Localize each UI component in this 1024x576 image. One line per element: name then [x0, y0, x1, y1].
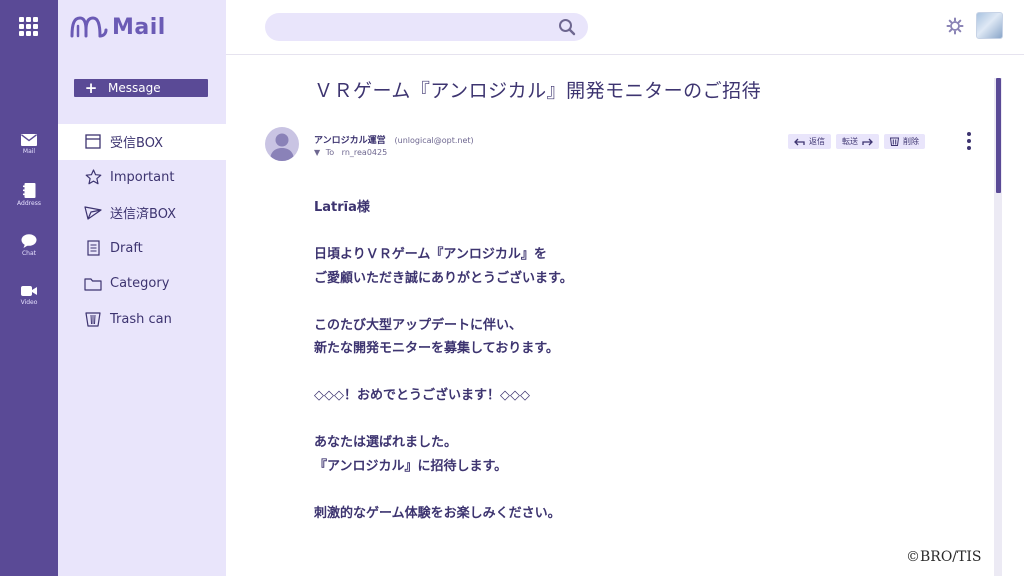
plus-icon: +	[84, 79, 98, 97]
message-subject: ＶＲゲーム『アンロジカル』開発モニターのご招待	[314, 80, 762, 102]
sender-info: アンロジカル運営 (unlogical@opt.net)	[314, 133, 474, 146]
inbox-icon	[84, 133, 102, 151]
sender-name: アンロジカル運営	[314, 136, 386, 146]
sent-icon	[84, 204, 102, 222]
folder-sent[interactable]: 送信済BOX	[58, 195, 226, 231]
apps-grid-icon[interactable]	[19, 17, 39, 37]
body-line: このたび大型アップデートに伴い、	[314, 317, 523, 333]
to-label: To	[325, 148, 335, 157]
rail-item-video[interactable]: Video	[0, 285, 58, 306]
rail-item-label: Mail	[22, 148, 36, 155]
app-rail: Mail Address Chat Video	[0, 0, 58, 576]
draft-icon	[84, 239, 102, 257]
search-input[interactable]	[265, 13, 588, 41]
sender-email: (unlogical@opt.net)	[394, 136, 474, 145]
star-icon	[84, 168, 102, 186]
folder-draft[interactable]: Draft	[58, 231, 226, 267]
message-actions: 返信 転送 削除	[788, 134, 925, 149]
reply-button[interactable]: 返信	[788, 134, 831, 149]
person-icon	[270, 133, 294, 161]
sender-avatar	[265, 127, 299, 161]
folder-category[interactable]: Category	[58, 266, 226, 302]
folder-list: 受信BOX Important 送信済BOX Draft Category Tr…	[58, 124, 226, 337]
video-icon	[21, 286, 37, 296]
new-message-label: Message	[108, 81, 161, 95]
user-avatar[interactable]	[976, 12, 1003, 39]
greeting: Latrīa様	[314, 200, 370, 215]
reply-label: 返信	[809, 137, 825, 146]
folder-label: 送信済BOX	[110, 207, 176, 223]
to-address: rn_rea0425	[341, 148, 388, 157]
body-line: ご愛顧いただき誠にありがとうございます。	[314, 270, 573, 286]
delete-label: 削除	[903, 137, 919, 146]
folder-icon	[84, 275, 102, 293]
more-options-icon[interactable]	[966, 132, 972, 150]
folder-label: 受信BOX	[110, 136, 163, 152]
folder-label: Important	[110, 169, 175, 185]
forward-button[interactable]: 転送	[836, 134, 879, 149]
delete-button[interactable]: 削除	[884, 134, 925, 149]
body-line: 日頃よりＶＲゲーム『アンロジカル』を	[314, 247, 547, 262]
message-body: Latrīa様 日頃よりＶＲゲーム『アンロジカル』を ご愛顧いただき誠にありがと…	[314, 196, 974, 525]
app-title: Mail	[112, 14, 166, 40]
trash-icon	[890, 137, 899, 146]
scrollbar-thumb[interactable]	[996, 78, 1001, 193]
caret-down-icon: ▼	[314, 148, 321, 157]
rail-item-mail[interactable]: Mail	[0, 134, 58, 155]
body-line: あなたは選ばれました。	[314, 435, 458, 450]
top-bar	[226, 0, 1024, 55]
body-line: 『アンロジカル』に招待します。	[314, 458, 508, 474]
app-logo[interactable]: Mail	[70, 12, 166, 42]
mail-icon	[21, 134, 37, 146]
folder-trash[interactable]: Trash can	[58, 302, 226, 338]
rail-item-label: Address	[17, 200, 41, 207]
copyright-notice: ©BRO/TIS	[906, 549, 982, 565]
rail-item-chat[interactable]: Chat	[0, 234, 58, 257]
folder-label: Trash can	[110, 311, 172, 327]
reply-icon	[794, 138, 805, 145]
folder-label: Draft	[110, 240, 143, 256]
recipient-info[interactable]: ▼ To rn_rea0425	[314, 148, 387, 157]
folder-label: Category	[110, 276, 170, 292]
search-icon[interactable]	[558, 18, 576, 36]
rail-item-label: Video	[20, 299, 38, 306]
forward-icon	[862, 138, 873, 145]
folder-important[interactable]: Important	[58, 160, 226, 196]
mail-logo-icon	[70, 16, 108, 38]
gear-icon[interactable]	[946, 17, 964, 35]
forward-label: 転送	[842, 137, 858, 146]
body-line: 新たな開発モニターを募集しております。	[314, 341, 559, 356]
folder-sidebar: Mail + Message 受信BOX Important 送信済BOX Dr…	[58, 0, 226, 576]
chat-icon	[21, 234, 37, 248]
rail-item-address[interactable]: Address	[0, 183, 58, 207]
address-book-icon	[22, 183, 35, 198]
folder-inbox[interactable]: 受信BOX	[58, 124, 226, 160]
body-line: ◇◇◇！おめでとうございます！◇◇◇	[314, 388, 530, 403]
trash-icon	[84, 310, 102, 328]
rail-item-label: Chat	[21, 250, 37, 257]
body-line: 刺激的なゲーム体験をお楽しみください。	[314, 505, 561, 521]
new-message-button[interactable]: + Message	[74, 79, 208, 97]
